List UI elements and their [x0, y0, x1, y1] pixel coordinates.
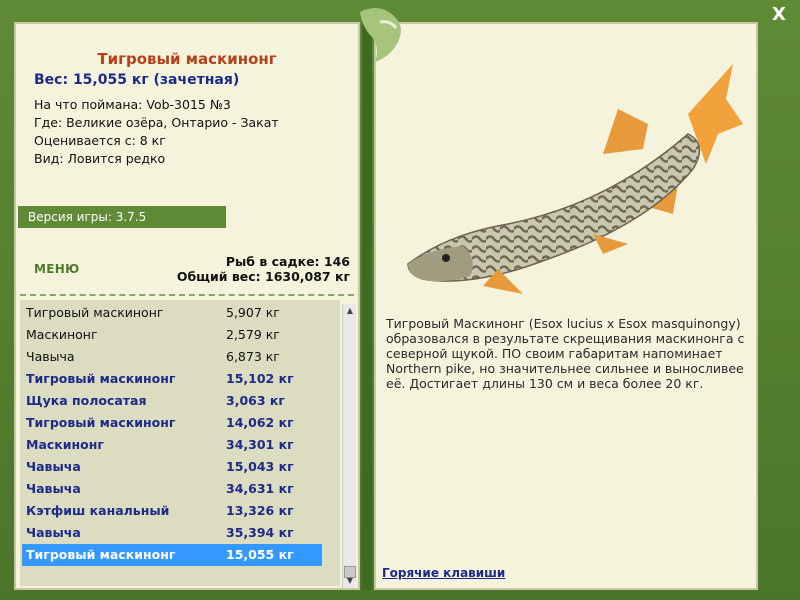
catch-fish-weight: 15,055 кг [226, 547, 294, 562]
catch-fish-name: Тигровый маскинонг [26, 305, 164, 320]
keepnet-stats: Рыб в садке: 146 Общий вес: 1630,087 кг [177, 254, 350, 284]
fish-weight: Вес: 15,055 кг (зачетная) [34, 72, 240, 88]
fish-title: Тигровый маскинонг [97, 50, 277, 68]
catch-fish-name: Тигровый маскинонг [26, 415, 176, 430]
fish-eye [442, 254, 450, 262]
catch-list-row[interactable]: Чавыча 6,873 кг [22, 346, 322, 368]
catch-fish-name: Чавыча [26, 481, 81, 496]
catch-fish-weight: 3,063 кг [226, 393, 285, 408]
location-text: Где: Великие озёра, Онтарио - Закат [34, 115, 279, 130]
catch-list[interactable]: Тигровый маскинонг 5,907 кг Маскинонг 2,579… [20, 300, 340, 586]
fish-emblem-icon [360, 8, 401, 62]
fish-kind-text: Вид: Ловится редко [34, 151, 166, 166]
catch-fish-name: Маскинонг [26, 437, 104, 452]
game-window: Тигровый маскинонг Вес: 15,055 кг (зачет… [0, 0, 800, 600]
catch-fish-name: Тигровый маскинонг [26, 547, 176, 562]
catch-fish-weight: 13,326 кг [226, 503, 294, 518]
menu-button[interactable]: МЕНЮ [34, 262, 79, 276]
catch-info-panel: Тигровый маскинонг Вес: 15,055 кг (зачет… [14, 22, 360, 590]
catch-fish-name: Кэтфиш канальный [26, 503, 170, 518]
fish-description: Тигровый Маскинонг (Esox lucius x Esox m… [386, 316, 745, 391]
catch-list-scrollbar[interactable]: ▲ ▼ [342, 304, 356, 588]
catch-list-row[interactable]: Щука полосатая 3,063 кг [22, 390, 322, 412]
scroll-down-icon[interactable]: ▼ [343, 574, 357, 588]
catch-list-row[interactable]: Чавыча 15,043 кг [22, 456, 322, 478]
catch-list-row[interactable]: Маскинонг 2,579 кг [22, 324, 322, 346]
catch-fish-weight: 15,043 кг [226, 459, 294, 474]
fish-description-panel: Тигровый Маскинонг (Esox lucius x Esox m… [374, 22, 758, 590]
catch-list-row[interactable]: Тигровый маскинонг 5,907 кг [22, 302, 322, 324]
dorsal-fin [603, 109, 648, 154]
catch-list-row[interactable]: Маскинонг 34,301 кг [22, 434, 322, 456]
rated-from-text: Оценивается с: 8 кг [34, 133, 166, 148]
catch-fish-weight: 34,301 кг [226, 437, 294, 452]
catch-fish-name: Чавыча [26, 525, 81, 540]
panel-divider [362, 22, 372, 590]
tiger-muskie-image [407, 64, 743, 294]
catch-list-row[interactable]: Чавыча 34,631 кг [22, 478, 322, 500]
catch-list-row[interactable]: Тигровый маскинонг 15,055 кг [22, 544, 322, 566]
catch-fish-weight: 34,631 кг [226, 481, 294, 496]
catch-fish-name: Чавыча [26, 349, 75, 364]
total-weight: Общий вес: 1630,087 кг [176, 269, 350, 284]
catch-list-row[interactable]: Кэтфиш канальный 13,326 кг [22, 500, 322, 522]
close-button[interactable]: X [768, 4, 790, 26]
catch-fish-name: Щука полосатая [26, 393, 147, 408]
fish-details: На что поймана: Vob-3015 №3 Где: Великие… [34, 96, 279, 168]
catch-fish-weight: 15,102 кг [226, 371, 294, 386]
pelvic-fin [593, 234, 628, 254]
catch-fish-name: Чавыча [26, 459, 81, 474]
caught-on-text: На что поймана: Vob-3015 №3 [34, 97, 231, 112]
catch-fish-weight: 14,062 кг [226, 415, 294, 430]
scroll-up-icon[interactable]: ▲ [343, 304, 357, 318]
catch-list-row[interactable]: Тигровый маскинонг 15,102 кг [22, 368, 322, 390]
catch-fish-name: Тигровый маскинонг [26, 371, 176, 386]
hotkeys-link[interactable]: Горячие клавиши [382, 566, 505, 580]
catch-fish-name: Маскинонг [26, 327, 98, 342]
dotted-divider [20, 294, 354, 296]
catch-fish-weight: 6,873 кг [226, 349, 280, 364]
version-bar: Версия игры: 3.7.5 [18, 206, 226, 228]
catch-list-row[interactable]: Тигровый маскинонг 14,062 кг [22, 412, 322, 434]
catch-fish-weight: 2,579 кг [226, 327, 280, 342]
fish-count: Рыб в садке: 146 [225, 254, 350, 269]
catch-list-row[interactable]: Чавыча 35,394 кг [22, 522, 322, 544]
fish-head [408, 246, 473, 282]
catch-fish-weight: 35,394 кг [226, 525, 294, 540]
catch-fish-weight: 5,907 кг [226, 305, 280, 320]
